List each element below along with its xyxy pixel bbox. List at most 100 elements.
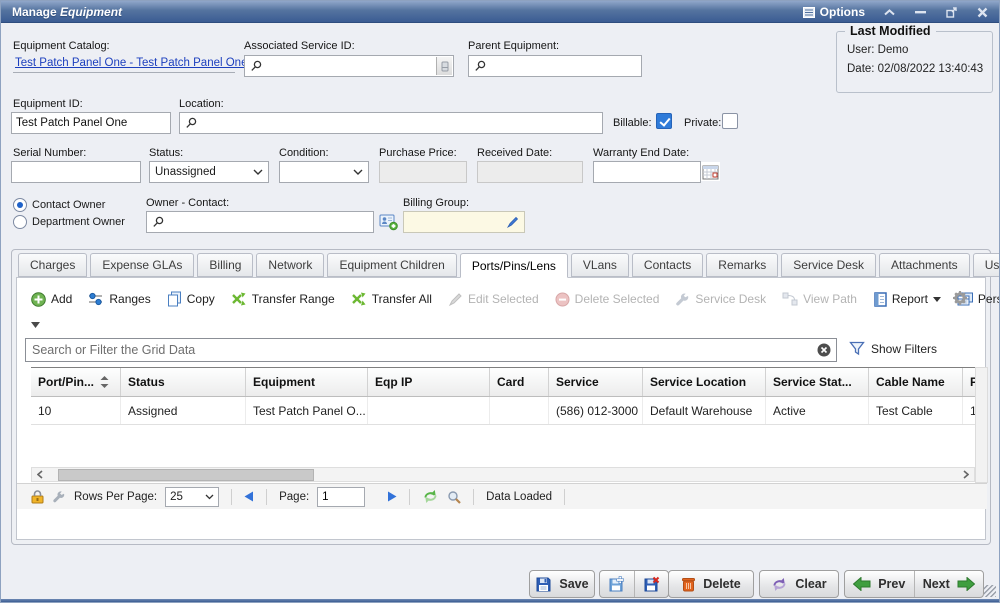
tab-remarks[interactable]: Remarks [706, 253, 778, 277]
scroll-left-button[interactable] [32, 468, 48, 481]
tab-network[interactable]: Network [256, 253, 324, 277]
column-header-eqp-ip[interactable]: Eqp IP [368, 368, 490, 396]
refresh-icon[interactable] [422, 489, 439, 504]
next-page-button[interactable] [387, 491, 397, 502]
equipment-catalog-link[interactable]: Test Patch Panel One - Test Patch Panel … [15, 57, 247, 69]
equipment-id-input[interactable] [11, 112, 171, 134]
clear-arrows-icon [771, 577, 788, 592]
popout-icon [946, 7, 957, 18]
column-header-service-status[interactable]: Service Stat... [766, 368, 869, 396]
tab-charges[interactable]: Charges [18, 253, 87, 277]
cell-service-location: Default Warehouse [643, 397, 766, 424]
cell-eqp-ip [368, 397, 490, 424]
rows-per-page-select[interactable]: 25 [165, 487, 219, 507]
edit-pencil-icon [448, 292, 463, 307]
scroll-right-button[interactable] [958, 468, 974, 481]
ranges-icon [88, 292, 104, 306]
save-and-new-button[interactable] [600, 571, 634, 597]
edit-selected-button: Edit Selected [440, 287, 547, 311]
clear-selector-button[interactable] [436, 57, 452, 75]
department-owner-radio[interactable]: Department Owner [13, 215, 125, 229]
popout-button[interactable] [944, 4, 958, 20]
lock-icon[interactable] [31, 490, 44, 504]
condition-select[interactable] [279, 161, 369, 183]
status-select[interactable]: Unassigned [149, 161, 269, 183]
chevron-down-icon [353, 169, 363, 175]
billing-group-label: Billing Group: [403, 197, 469, 209]
report-button[interactable]: Report [865, 287, 949, 311]
clear-search-button[interactable] [817, 343, 831, 357]
tab-expense-glas[interactable]: Expense GLAs [90, 253, 194, 277]
warranty-end-date-input[interactable] [593, 161, 701, 183]
prev-page-button[interactable] [244, 491, 254, 502]
column-header-service[interactable]: Service [549, 368, 643, 396]
billing-group-field[interactable] [403, 211, 525, 233]
close-icon [977, 7, 988, 18]
pager-search-icon[interactable] [447, 490, 461, 504]
tab-contacts[interactable]: Contacts [632, 253, 703, 277]
tab-user-defined-fields[interactable]: User Defined Fields [973, 253, 1000, 277]
grid-search-input[interactable] [26, 343, 817, 357]
location-field[interactable] [179, 112, 603, 134]
tab-equipment-children[interactable]: Equipment Children [327, 253, 456, 277]
received-date-input [477, 161, 583, 183]
detail-panel: Charges Expense GLAs Billing Network Equ… [11, 249, 991, 545]
column-header-card[interactable]: Card [490, 368, 549, 396]
tab-service-desk[interactable]: Service Desk [781, 253, 876, 277]
transfer-all-button[interactable]: Transfer All [343, 287, 440, 311]
toolbar-overflow-button[interactable] [31, 319, 40, 331]
options-button[interactable]: Options [803, 5, 865, 19]
funnel-icon [849, 341, 865, 356]
column-header-port-pin[interactable]: Port/Pin... [31, 368, 121, 396]
close-button[interactable] [975, 4, 989, 20]
column-header-equipment[interactable]: Equipment [246, 368, 368, 396]
horizontal-scrollbar[interactable] [31, 467, 975, 482]
delete-button[interactable]: Delete [668, 570, 754, 598]
column-header-status[interactable]: Status [121, 368, 246, 396]
save-x-icon [643, 576, 660, 593]
grid-settings-button[interactable] [953, 291, 967, 308]
vertical-scrollbar[interactable] [975, 367, 988, 483]
save-button[interactable]: Save [529, 570, 595, 598]
add-button[interactable]: Add [23, 287, 80, 311]
tab-attachments[interactable]: Attachments [879, 253, 970, 277]
collapse-button[interactable] [882, 4, 896, 20]
grid-header-row: Port/Pin... Status Equipment Eqp IP Card… [31, 367, 975, 397]
tab-ports-pins-lens[interactable]: Ports/Pins/Lens [460, 253, 568, 278]
associated-service-id-field[interactable] [244, 55, 454, 77]
trash-icon [681, 576, 696, 592]
calendar-button[interactable] [701, 162, 720, 181]
tab-billing[interactable]: Billing [197, 253, 253, 277]
minimize-button[interactable] [913, 4, 927, 20]
copy-button[interactable]: Copy [159, 287, 223, 311]
scrollbar-thumb[interactable] [58, 469, 314, 481]
contact-owner-radio[interactable]: Contact Owner [13, 198, 105, 212]
column-header-cable-name[interactable]: Cable Name [869, 368, 963, 396]
transfer-range-button[interactable]: Transfer Range [223, 287, 343, 311]
owner-contact-field[interactable] [146, 211, 374, 233]
manage-equipment-window: Manage Equipment Options Equipment Catal… [0, 0, 1000, 603]
save-plus-icon [608, 576, 625, 593]
column-header-p[interactable]: P [963, 368, 975, 396]
add-contact-button[interactable] [379, 213, 398, 234]
ranges-button[interactable]: Ranges [80, 287, 158, 311]
private-label: Private: [684, 117, 721, 129]
wrench-icon [675, 292, 690, 307]
column-header-service-location[interactable]: Service Location [643, 368, 766, 396]
prev-button[interactable]: Prev [845, 571, 914, 597]
resize-grip[interactable] [984, 585, 996, 597]
pager-wrench-icon[interactable] [52, 490, 66, 504]
grid-row[interactable]: 10 Assigned Test Patch Panel O... (586) … [31, 397, 975, 425]
next-button[interactable]: Next [915, 571, 984, 597]
chevron-down-icon [253, 169, 263, 175]
clear-button[interactable]: Clear [759, 570, 839, 598]
billable-checkbox[interactable] [656, 113, 672, 129]
serial-number-input[interactable] [11, 161, 141, 183]
show-filters-button[interactable]: Show Filters [849, 341, 937, 356]
save-and-close-button[interactable] [634, 571, 668, 597]
page-input[interactable] [317, 487, 365, 507]
private-checkbox[interactable] [722, 113, 738, 129]
tab-vlans[interactable]: VLans [571, 253, 629, 277]
parent-equipment-field[interactable] [468, 55, 642, 77]
service-desk-button: Service Desk [667, 287, 774, 311]
